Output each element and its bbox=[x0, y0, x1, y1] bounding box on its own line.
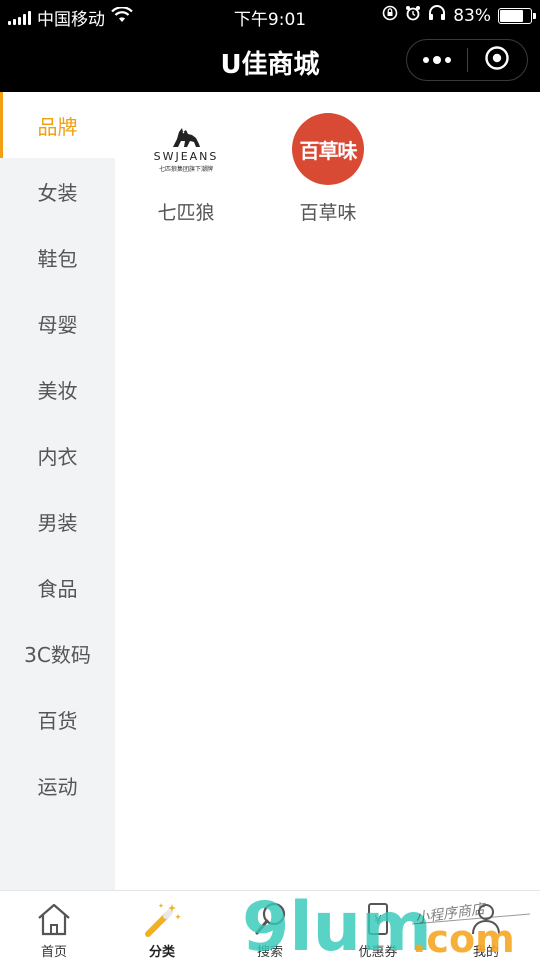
brand-logo: 百草味 bbox=[291, 112, 365, 186]
svg-text:¥: ¥ bbox=[374, 913, 382, 927]
tab-label: 优惠券 bbox=[358, 945, 398, 960]
brand-name: 百草味 bbox=[299, 202, 357, 224]
tab-coupon[interactable]: ¥ 优惠券 bbox=[324, 891, 432, 960]
rotation-lock-icon bbox=[382, 5, 398, 26]
tab-mine[interactable]: 我的 bbox=[432, 891, 540, 960]
status-bar: 中国移动 下午9:01 83% bbox=[0, 0, 540, 30]
magic-wand-icon bbox=[142, 899, 182, 939]
tab-label: 首页 bbox=[40, 945, 67, 960]
brand-item-baicaowei[interactable]: 百草味 百草味 bbox=[273, 112, 383, 225]
sidebar-item-shoes-bags[interactable]: 鞋包 bbox=[0, 224, 115, 290]
sidebar-item-label: 食品 bbox=[37, 576, 78, 601]
target-close-icon bbox=[484, 45, 510, 75]
brand-name: 七匹狼 bbox=[157, 202, 215, 224]
bottom-tab-bar: 首页 分类 搜索 ¥ 优惠券 我的 bbox=[0, 890, 540, 960]
tab-category[interactable]: 分类 bbox=[108, 891, 216, 960]
tab-label: 搜索 bbox=[256, 945, 283, 960]
sidebar-item-general-goods[interactable]: 百货 bbox=[0, 686, 115, 752]
sidebar-item-womens[interactable]: 女装 bbox=[0, 158, 115, 224]
close-mini-program-button[interactable] bbox=[468, 40, 528, 80]
brand-logo: SWJEANS 七匹狼集团旗下潮牌 bbox=[149, 112, 223, 186]
more-menu-button[interactable] bbox=[407, 40, 467, 80]
tab-label: 我的 bbox=[472, 945, 499, 960]
wolf-logo-icon: SWJEANS 七匹狼集团旗下潮牌 bbox=[154, 126, 219, 173]
brand-item-septwolves[interactable]: SWJEANS 七匹狼集团旗下潮牌 七匹狼 bbox=[131, 112, 241, 225]
tab-search[interactable]: 搜索 bbox=[216, 891, 324, 960]
battery-level bbox=[500, 9, 523, 22]
sidebar-item-underwear[interactable]: 内衣 bbox=[0, 422, 115, 488]
brand-logo-subtext: 七匹狼集团旗下潮牌 bbox=[158, 165, 213, 173]
tab-home[interactable]: 首页 bbox=[0, 891, 108, 960]
user-icon bbox=[466, 899, 506, 939]
sidebar-item-label: 品牌 bbox=[37, 114, 78, 139]
battery-icon bbox=[498, 7, 536, 24]
category-sidebar: 品牌 女装 鞋包 母婴 美妆 内衣 男装 食品 3C数码 百货 运动 bbox=[0, 92, 115, 890]
brand-logo-text: SWJEANS bbox=[153, 149, 219, 163]
sidebar-item-label: 女装 bbox=[37, 180, 78, 205]
coupon-icon: ¥ bbox=[358, 899, 398, 939]
sidebar-item-label: 3C数码 bbox=[24, 642, 91, 667]
sidebar-item-mens[interactable]: 男装 bbox=[0, 488, 115, 554]
alarm-icon bbox=[405, 5, 421, 26]
brand-content: SWJEANS 七匹狼集团旗下潮牌 七匹狼 百草味 百草味 bbox=[115, 92, 540, 890]
more-dots-icon bbox=[422, 56, 451, 64]
sidebar-item-label: 内衣 bbox=[37, 444, 78, 469]
sidebar-item-label: 百货 bbox=[37, 708, 78, 733]
sidebar-item-sports[interactable]: 运动 bbox=[0, 752, 115, 818]
headphones-icon bbox=[428, 5, 446, 26]
sidebar-item-label: 母婴 bbox=[37, 312, 78, 337]
sidebar-item-digital[interactable]: 3C数码 bbox=[0, 620, 115, 686]
home-icon bbox=[34, 899, 74, 939]
sidebar-item-brand[interactable]: 品牌 bbox=[0, 92, 115, 158]
sidebar-item-food[interactable]: 食品 bbox=[0, 554, 115, 620]
sidebar-item-label: 鞋包 bbox=[37, 246, 78, 271]
nav-bar: U佳商城 bbox=[0, 30, 540, 92]
sidebar-item-label: 美妆 bbox=[37, 378, 78, 403]
sidebar-item-label: 运动 bbox=[37, 774, 78, 799]
battery-percent: 83% bbox=[453, 5, 491, 26]
sidebar-item-mother-baby[interactable]: 母婴 bbox=[0, 290, 115, 356]
sidebar-item-beauty[interactable]: 美妆 bbox=[0, 356, 115, 422]
status-right: 83% bbox=[382, 5, 536, 26]
mini-program-capsule bbox=[406, 39, 528, 81]
sidebar-item-label: 男装 bbox=[37, 510, 78, 535]
search-icon bbox=[250, 899, 290, 939]
brand-logo-text: 百草味 bbox=[299, 138, 358, 163]
baicaowei-logo-icon: 百草味 bbox=[292, 113, 364, 185]
tab-label: 分类 bbox=[148, 945, 175, 960]
